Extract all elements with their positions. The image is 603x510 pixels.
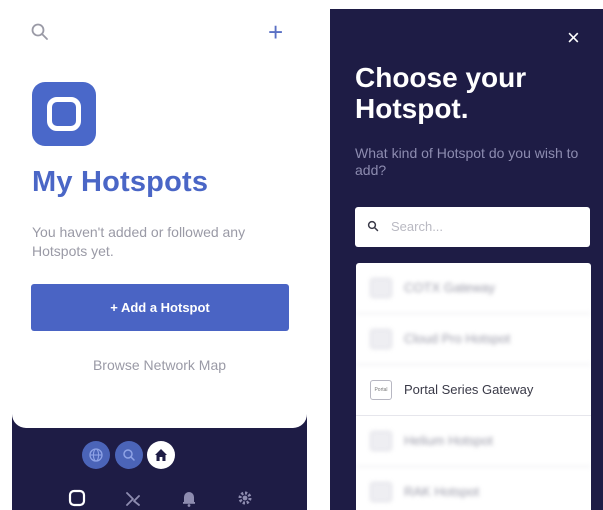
hotspot-search-input[interactable]: Search... — [355, 207, 590, 247]
close-icon[interactable]: × — [567, 27, 580, 49]
notifications-bell-icon[interactable] — [179, 488, 199, 508]
hotspot-option[interactable]: RAK Hotspot — [356, 467, 591, 510]
hotspot-type-icon — [370, 329, 392, 349]
hotspot-option-label: Helium Hotspot — [404, 433, 493, 448]
hotspot-option-label: Portal Series Gateway — [404, 382, 534, 397]
hotspot-type-icon — [370, 278, 392, 298]
hotspot-option-label: Cloud Pro Hotspot — [404, 331, 511, 346]
hotspot-type-icon — [370, 482, 392, 502]
hotspot-type-list: COTX Gateway Cloud Pro Hotspot Portal Porta… — [356, 263, 591, 510]
home-icon[interactable] — [147, 441, 175, 469]
choose-hotspot-subtitle: What kind of Hotspot do you wish to add? — [355, 145, 579, 178]
hotspots-card: + My Hotspots You haven't added or follo… — [12, 0, 307, 428]
hotspot-type-icon: Portal — [370, 380, 392, 400]
hotspot-type-icon — [370, 431, 392, 451]
hotspot-option-label: RAK Hotspot — [404, 484, 480, 499]
hotspot-option[interactable]: Helium Hotspot — [356, 416, 591, 467]
hotspot-option[interactable]: Portal Portal Series Gateway — [356, 365, 591, 416]
globe-icon[interactable] — [82, 441, 110, 469]
hotspot-option[interactable]: Cloud Pro Hotspot — [356, 314, 591, 365]
search-icon[interactable] — [30, 22, 50, 42]
my-hotspots-screen: + My Hotspots You haven't added or follo… — [12, 0, 307, 510]
add-hotspot-button[interactable]: + Add a Hotspot — [31, 284, 289, 331]
choose-hotspot-heading: Choose your Hotspot. — [355, 62, 527, 124]
hotspot-logo-icon — [32, 82, 96, 146]
search-placeholder: Search... — [391, 219, 444, 234]
hotspots-tab-icon[interactable] — [67, 488, 87, 508]
hotspot-option-label: COTX Gateway — [404, 280, 496, 295]
hotspot-option[interactable]: COTX Gateway — [356, 263, 591, 314]
search-icon — [367, 220, 379, 232]
empty-state-text: You haven't added or followed any Hotspo… — [32, 224, 246, 259]
choose-hotspot-screen: × Choose your Hotspot. What kind of Hots… — [330, 9, 603, 510]
add-icon[interactable]: + — [268, 19, 283, 45]
page-title: My Hotspots — [32, 166, 209, 198]
browse-network-map-link[interactable]: Browse Network Map — [12, 357, 307, 373]
activity-tab-icon[interactable] — [123, 488, 143, 508]
search-icon[interactable] — [115, 441, 143, 469]
settings-gear-icon[interactable] — [235, 488, 255, 508]
